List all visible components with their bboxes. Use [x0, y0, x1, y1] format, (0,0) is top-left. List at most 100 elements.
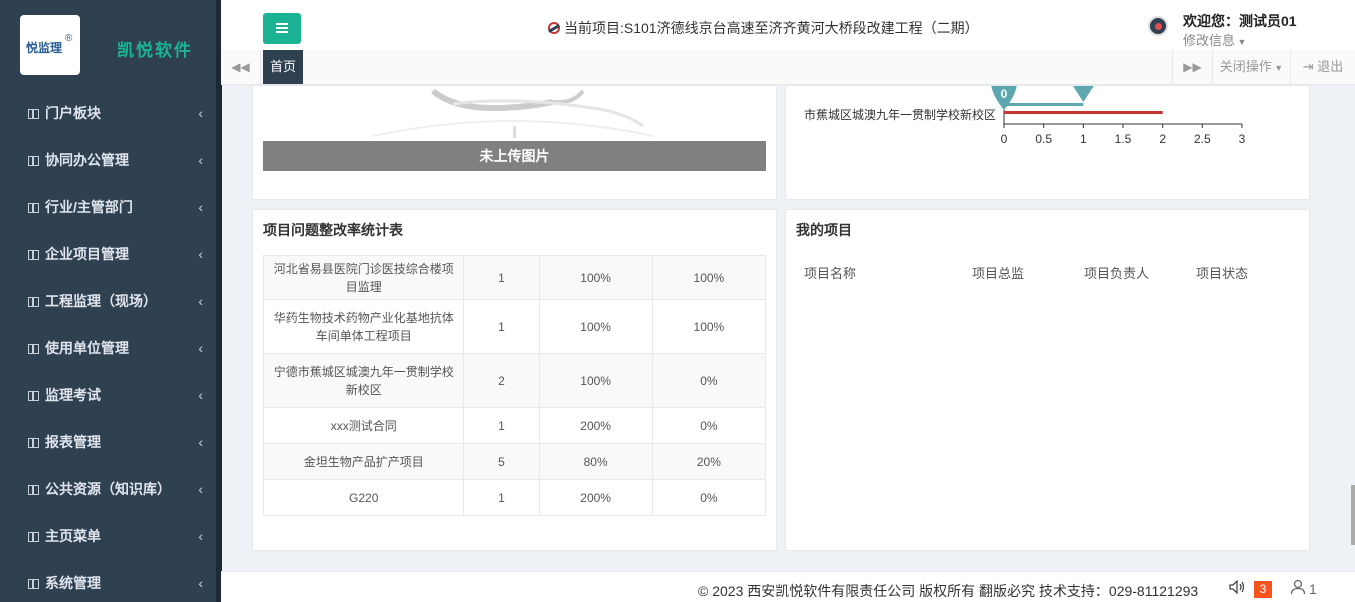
- notification-badge[interactable]: 3: [1254, 581, 1272, 598]
- x-tick-label: 1.5: [1115, 132, 1132, 146]
- footer: © 2023 西安凯悦软件有限责任公司 版权所有 翻版必究 技术支持：029-8…: [221, 571, 1355, 602]
- modify-info-label: 修改信息: [1183, 33, 1236, 48]
- sidebar-item-knowledge-base[interactable]: 公共资源（知识库） ‹: [0, 466, 221, 513]
- sidebar-item-portal[interactable]: 门户板块 ‹: [0, 90, 221, 137]
- hamburger-icon: [276, 31, 288, 33]
- exit-label: 退出: [1317, 59, 1344, 74]
- data-bar: [1004, 111, 1163, 114]
- columns-icon: [28, 250, 39, 260]
- category-label: 市蕉城区城澳九年一贯制学校新校区: [804, 107, 996, 122]
- no-image-label: 未上传图片: [263, 141, 766, 171]
- rate-cell: 100%: [538, 255, 653, 300]
- sidebar-item-office[interactable]: 协同办公管理 ‹: [0, 137, 221, 184]
- sidebar-item-label: 门户板块: [45, 105, 101, 121]
- sign-out-icon: ⇥: [1302, 59, 1318, 74]
- chart-panel: 0 0.5 1 1.5 2 2.5 3 市蕉城区城澳九年一贯制学校新校区 0: [785, 85, 1310, 200]
- chevron-left-icon: ‹: [198, 246, 203, 262]
- caret-down-icon: ▼: [1235, 37, 1247, 47]
- count-cell: 5: [463, 443, 540, 480]
- logo-area: 悦监理 ® 凯悦软件: [0, 0, 221, 90]
- sidebar-item-exam[interactable]: 监理考试 ‹: [0, 372, 221, 419]
- chevron-left-icon: ‹: [198, 528, 203, 544]
- data-bar: [1004, 103, 1084, 106]
- sidebar-item-label: 行业/主管部门: [45, 199, 133, 215]
- caret-down-icon: ▼: [1271, 63, 1284, 73]
- modify-info-dropdown[interactable]: 修改信息 ▼: [1183, 30, 1246, 49]
- columns-icon: [28, 203, 39, 213]
- exit-button[interactable]: ⇥ 退出: [1290, 50, 1355, 84]
- sidebar-item-home-menu[interactable]: 主页菜单 ‹: [0, 513, 221, 560]
- rate-cell: 100%: [651, 299, 767, 354]
- menu-toggle-button[interactable]: [263, 13, 301, 44]
- marker-pin: [1072, 86, 1094, 102]
- sidebar-item-label: 企业项目管理: [45, 246, 129, 262]
- columns-icon: [28, 532, 39, 542]
- x-tick-label: 0: [1001, 132, 1008, 146]
- sidebar-item-enterprise-projects[interactable]: 企业项目管理 ‹: [0, 231, 221, 278]
- sidebar-item-label: 报表管理: [45, 434, 101, 450]
- sidebar-item-industry[interactable]: 行业/主管部门 ‹: [0, 184, 221, 231]
- tab-bar: ◀◀ 首页 ▶▶ 关闭操作 ▼ ⇥ 退出: [221, 50, 1355, 85]
- sidebar-edge: [216, 0, 222, 602]
- chevron-left-icon: ‹: [198, 387, 203, 403]
- sidebar-item-site-supervision[interactable]: 工程监理（现场） ‹: [0, 278, 221, 325]
- sidebar-item-label: 使用单位管理: [45, 340, 129, 356]
- welcome-text: 欢迎您：测试员01: [1183, 13, 1297, 29]
- backward-icon: ◀◀: [231, 60, 250, 74]
- tab-home[interactable]: 首页: [263, 50, 304, 84]
- sidebar-item-label: 公共资源（知识库）: [45, 481, 171, 497]
- tab-scroll-left-button[interactable]: ◀◀: [221, 50, 261, 84]
- chevron-left-icon: ‹: [198, 481, 203, 497]
- hamburger-icon: [276, 23, 288, 25]
- columns-icon: [28, 391, 39, 401]
- rate-cell: 20%: [651, 443, 767, 480]
- sidebar-item-label: 系统管理: [45, 575, 101, 591]
- chevron-left-icon: ‹: [198, 105, 203, 121]
- chevron-left-icon: ‹: [198, 434, 203, 450]
- count-cell: 2: [463, 353, 540, 408]
- close-ops-label: 关闭操作: [1219, 59, 1272, 74]
- online-user-count: 1: [1309, 581, 1317, 597]
- logo: 悦监理 ®: [20, 15, 80, 75]
- scrollbar-thumb[interactable]: [1351, 485, 1355, 545]
- speaker-icon[interactable]: [1229, 580, 1245, 594]
- x-tick-label: 1: [1080, 132, 1087, 146]
- sidebar-item-unit-management[interactable]: 使用单位管理 ‹: [0, 325, 221, 372]
- columns-icon: [28, 438, 39, 448]
- rate-cell: 200%: [538, 407, 653, 444]
- column-header[interactable]: 项目名称: [804, 263, 856, 282]
- table-row: 华药生物技术药物产业化基地抗体车间单体工程项目 1 100% 100%: [262, 299, 767, 354]
- sidebar-item-reports[interactable]: 报表管理 ‹: [0, 419, 221, 466]
- rate-cell: 0%: [651, 353, 767, 408]
- copyright-text: © 2023 西安凯悦软件有限责任公司 版权所有 翻版必究 技术支持：029-8…: [698, 583, 1199, 599]
- close-ops-dropdown[interactable]: 关闭操作 ▼: [1212, 50, 1290, 84]
- panel-title: 项目问题整改率统计表: [263, 222, 403, 238]
- user-icon: [1290, 579, 1306, 595]
- column-header[interactable]: 项目总监: [972, 263, 1024, 282]
- project-name-cell: G220: [262, 479, 465, 516]
- rate-cell: 100%: [538, 299, 653, 354]
- table-row: 河北省易县医院门诊医技综合楼项目监理 1 100% 100%: [262, 255, 767, 300]
- project-name-cell: 金坦生物产品扩产项目: [262, 443, 465, 480]
- current-project: 当前项目:S101济德线京台高速至济齐黄河大桥段改建工程（二期）: [548, 18, 979, 38]
- registered-mark: ®: [65, 33, 73, 44]
- project-name-cell: 河北省易县医院门诊医技综合楼项目监理: [262, 255, 465, 300]
- x-tick-label: 2.5: [1194, 132, 1211, 146]
- columns-icon: [28, 344, 39, 354]
- avatar[interactable]: [1148, 16, 1168, 36]
- x-tick-label: 0.5: [1035, 132, 1052, 146]
- tab-scroll-right-button[interactable]: ▶▶: [1172, 50, 1212, 84]
- chevron-left-icon: ‹: [198, 199, 203, 215]
- column-header[interactable]: 项目状态: [1196, 263, 1248, 282]
- sidebar-item-label: 工程监理（现场）: [45, 293, 157, 309]
- chevron-left-icon: ‹: [198, 152, 203, 168]
- issue-rate-table: 河北省易县医院门诊医技综合楼项目监理 1 100% 100% 华药生物技术药物产业化基地…: [262, 255, 767, 516]
- my-projects-panel: 我的项目 项目名称 项目总监 项目负责人 项目状态: [785, 209, 1310, 551]
- column-header[interactable]: 项目负责人: [1084, 263, 1149, 282]
- count-cell: 1: [463, 479, 540, 516]
- sidebar-item-system[interactable]: 系统管理 ‹: [0, 560, 221, 602]
- rate-cell: 0%: [651, 479, 767, 516]
- x-tick-label: 3: [1239, 132, 1246, 146]
- table-row: xxx测试合同 1 200% 0%: [262, 407, 767, 444]
- current-project-text: 当前项目:S101济德线京台高速至济齐黄河大桥段改建工程（二期）: [564, 20, 979, 36]
